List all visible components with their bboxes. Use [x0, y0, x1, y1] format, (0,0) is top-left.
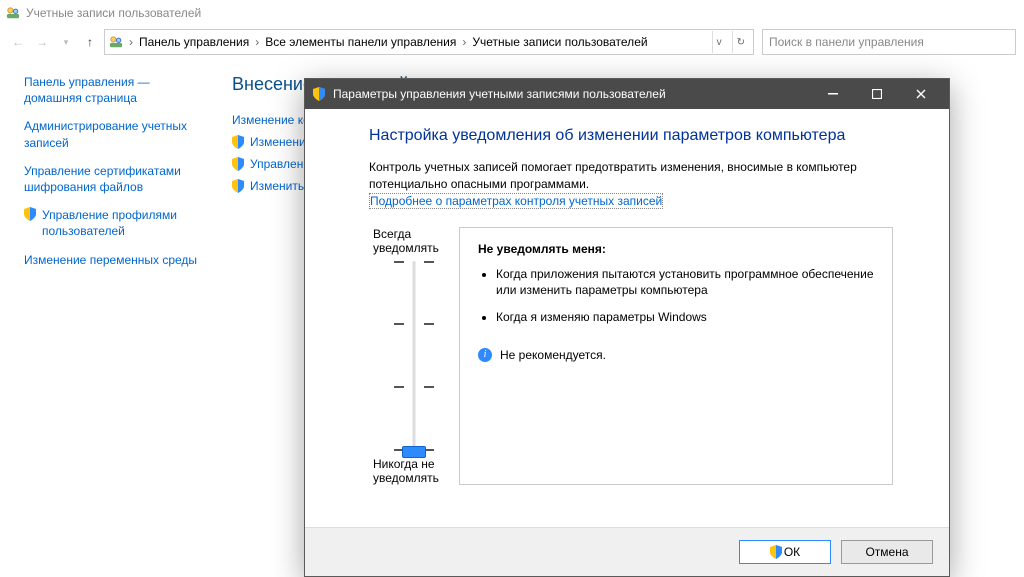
close-button[interactable] — [899, 79, 943, 109]
user-accounts-icon — [6, 6, 20, 20]
shield-icon — [313, 87, 325, 101]
cp-window-title: Учетные записи пользователей — [26, 6, 201, 20]
shield-icon — [232, 135, 244, 149]
ok-button[interactable]: ОК — [739, 540, 831, 564]
slider-thumb[interactable] — [402, 446, 426, 458]
shield-icon — [770, 545, 782, 559]
nav-forward-button[interactable]: → — [32, 32, 52, 52]
cp-window-titlebar: Учетные записи пользователей — [0, 0, 1024, 26]
shield-icon — [232, 157, 244, 171]
breadcrumb-icon — [109, 35, 123, 49]
more-info-link[interactable]: Подробнее о параметрах контроля учетных … — [369, 193, 663, 209]
desc-heading: Не уведомлять меня: — [478, 242, 874, 256]
dialog-paragraph: Контроль учетных записей помогает предот… — [369, 159, 893, 193]
uac-level-description: Не уведомлять меня: Когда приложения пыт… — [459, 227, 893, 485]
uac-slider[interactable] — [394, 261, 434, 451]
breadcrumb-sep[interactable]: › — [460, 35, 468, 49]
dialog-heading: Настройка уведомления об изменении парам… — [369, 127, 893, 145]
uac-settings-dialog: Параметры управления учетными записями п… — [304, 78, 950, 577]
desc-item: Когда я изменяю параметры Windows — [496, 309, 874, 326]
addressbar-dropdown[interactable]: v — [712, 31, 726, 53]
cp-nav-bar: ← → ▾ ↑ › Панель управления › Все элемен… — [0, 26, 1024, 58]
slider-label-bottom: Никогда не уведомлять — [369, 457, 459, 485]
breadcrumb-sep[interactable]: › — [127, 35, 135, 49]
nav-recent-dropdown[interactable]: ▾ — [56, 32, 76, 52]
sidebar-link-home[interactable]: Панель управления — домашняя страница — [24, 74, 204, 106]
not-recommended-text: Не рекомендуется. — [500, 348, 606, 362]
search-input[interactable]: Поиск в панели управления — [762, 29, 1016, 55]
shield-icon — [232, 179, 244, 193]
sidebar-link-certs[interactable]: Управление сертификатами шифрования файл… — [24, 163, 204, 195]
shield-icon — [24, 207, 36, 221]
search-placeholder: Поиск в панели управления — [769, 35, 924, 49]
breadcrumb-2[interactable]: Учетные записи пользователей — [468, 35, 651, 49]
breadcrumb-sep[interactable]: › — [253, 35, 261, 49]
slider-label-top: Всегда уведомлять — [369, 227, 459, 255]
breadcrumb-1[interactable]: Все элементы панели управления — [261, 35, 460, 49]
nav-back-button[interactable]: ← — [8, 32, 28, 52]
sidebar-link-admin[interactable]: Администрирование учетных записей — [24, 118, 204, 150]
dialog-title: Параметры управления учетными записями п… — [329, 87, 811, 101]
breadcrumb-0[interactable]: Панель управления — [135, 35, 253, 49]
dialog-titlebar[interactable]: Параметры управления учетными записями п… — [305, 79, 949, 109]
slider-track — [413, 261, 416, 451]
maximize-button[interactable] — [855, 79, 899, 109]
addressbar-refresh[interactable]: ↻ — [732, 31, 749, 53]
breadcrumb-bar[interactable]: › Панель управления › Все элементы панел… — [104, 29, 754, 55]
minimize-button[interactable] — [811, 79, 855, 109]
sidebar-link-profiles[interactable]: Управление профилями пользователей — [24, 207, 204, 239]
nav-up-button[interactable]: ↑ — [80, 32, 100, 52]
cancel-button[interactable]: Отмена — [841, 540, 933, 564]
dialog-footer: ОК Отмена — [305, 527, 949, 576]
cp-sidebar: Панель управления — домашняя страница Ад… — [24, 74, 204, 280]
desc-item: Когда приложения пытаются установить про… — [496, 266, 874, 300]
sidebar-link-env[interactable]: Изменение переменных среды — [24, 252, 204, 268]
info-icon: i — [478, 348, 492, 362]
